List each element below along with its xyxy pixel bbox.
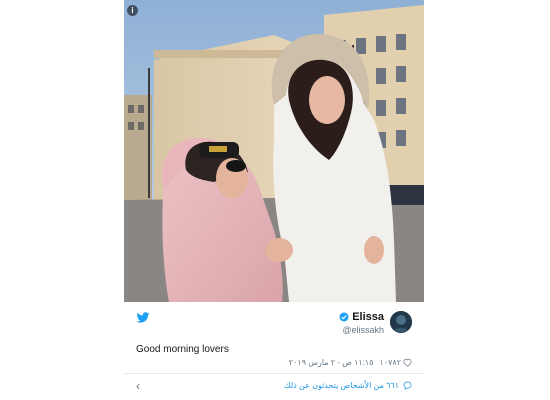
people-talking-text[interactable]: ٦٦١ من الأشخاص يتحدثون عن ذلك	[284, 381, 399, 390]
like-count: ١٠٧٨٢	[379, 358, 401, 367]
tweet-timestamp[interactable]: ١١:١٥ ص - ٢ مارس ٢٠١٩	[289, 358, 374, 367]
author-display-name[interactable]: Elissa	[352, 311, 384, 323]
info-icon[interactable]: i	[127, 5, 138, 16]
tweet-photo[interactable]: i	[124, 0, 424, 302]
tweet-meta: ١٠٧٨٢ ١١:١٥ ص - ٢ مارس ٢٠١٩	[289, 358, 412, 367]
photo-illustration	[124, 0, 424, 302]
heart-icon[interactable]	[403, 358, 412, 367]
tweet-card: i Elissa @elissakh Good morning lovers ١…	[124, 0, 424, 400]
tweet-text: Good morning lovers	[136, 344, 229, 355]
avatar-image	[390, 311, 412, 333]
twitter-bird-icon[interactable]	[136, 312, 150, 324]
people-talking-link[interactable]: ٦٦١ من الأشخاص يتحدثون عن ذلك	[284, 381, 412, 390]
tweet-author[interactable]: Elissa @elissakh	[339, 311, 412, 337]
speech-bubble-icon	[403, 381, 412, 390]
like-count-group[interactable]: ١٠٧٨٢	[380, 358, 412, 367]
author-handle[interactable]: @elissakh	[339, 325, 384, 335]
divider	[124, 373, 424, 374]
chevron-left-icon[interactable]: ‹	[136, 379, 140, 393]
avatar[interactable]	[390, 311, 412, 333]
verified-badge-icon	[339, 312, 349, 322]
